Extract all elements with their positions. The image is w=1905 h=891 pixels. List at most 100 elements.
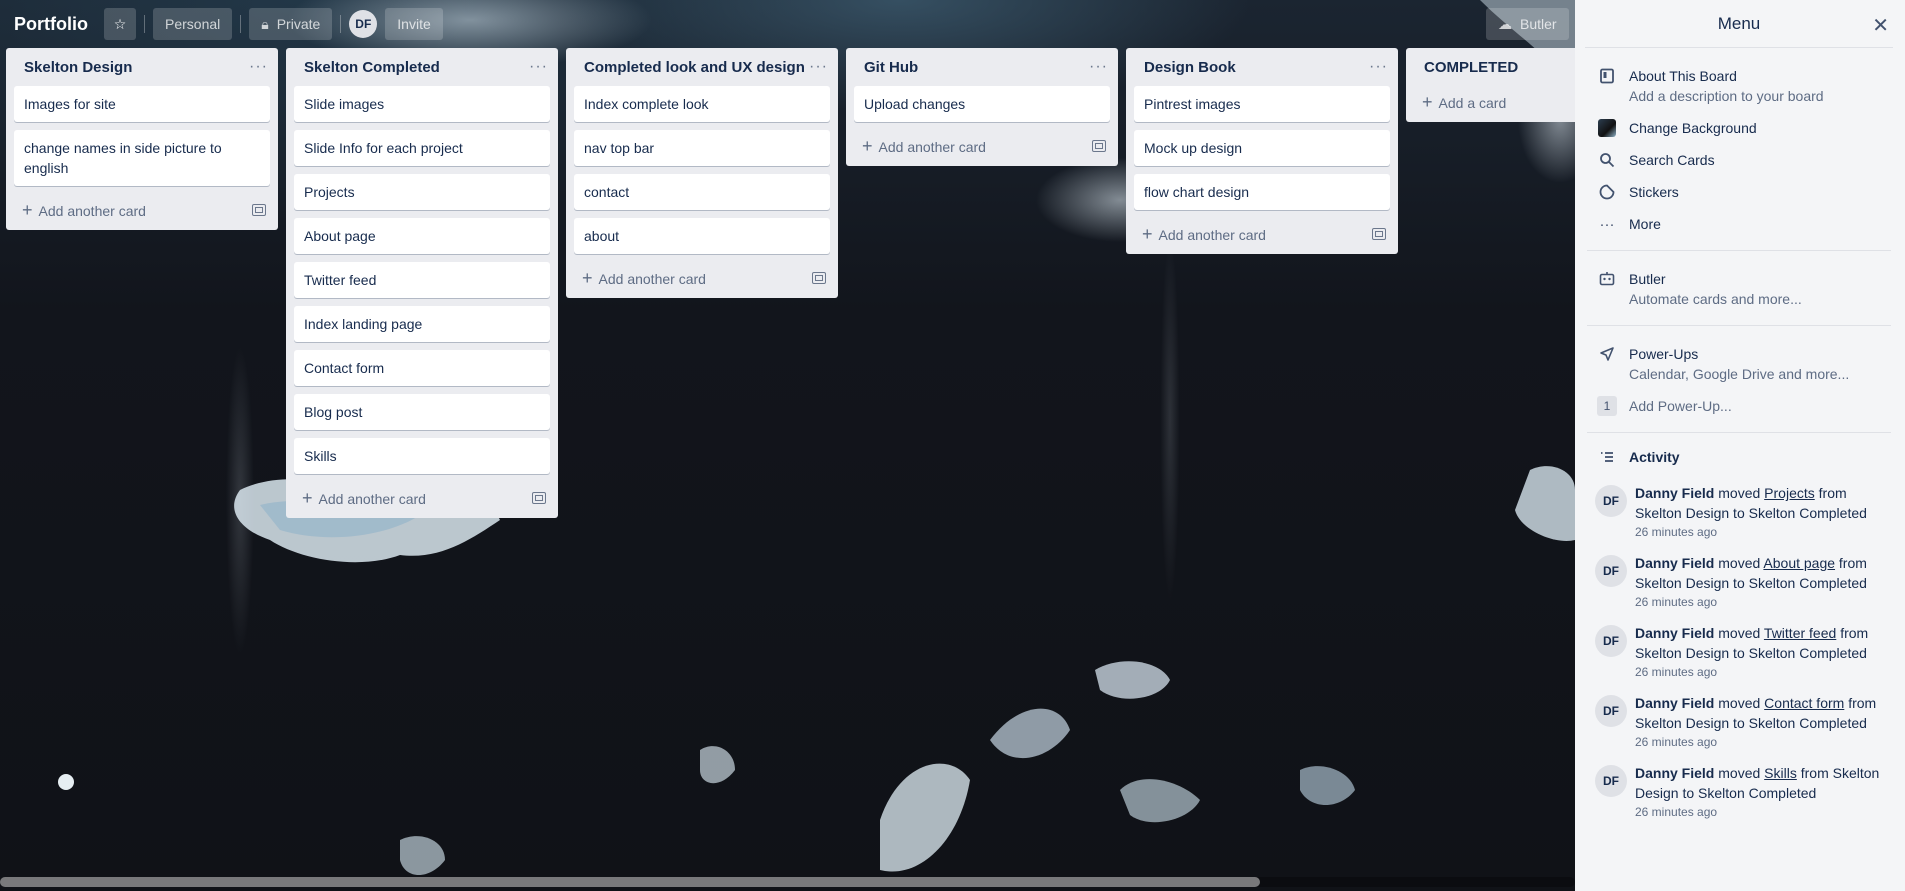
activity-user[interactable]: Danny Field <box>1635 485 1714 501</box>
butler-item[interactable]: Butler Automate cards and more... <box>1587 263 1891 315</box>
board-horizontal-scrollbar[interactable] <box>0 877 1575 887</box>
card[interactable]: flow chart design <box>1134 174 1390 210</box>
list-menu-icon[interactable]: ··· <box>249 58 268 76</box>
stickers-item[interactable]: Stickers <box>1587 176 1891 208</box>
card[interactable]: Index landing page <box>294 306 550 342</box>
plus-icon: + <box>582 267 593 288</box>
team-visibility-button[interactable]: Personal <box>153 8 233 40</box>
add-card-button[interactable]: + Add another card <box>294 482 550 510</box>
card[interactable]: about <box>574 218 830 254</box>
list-title[interactable]: Git Hub <box>864 59 918 76</box>
search-cards-item[interactable]: Search Cards <box>1587 144 1891 176</box>
activity-time[interactable]: 26 minutes ago <box>1635 803 1891 821</box>
card-template-icon[interactable] <box>1372 228 1386 240</box>
powerups-description: Calendar, Google Drive and more... <box>1629 366 1850 382</box>
more-item[interactable]: ··· More <box>1587 208 1891 240</box>
activity-card-link[interactable]: Projects <box>1764 485 1815 501</box>
list-title[interactable]: Skelton Design <box>24 59 132 76</box>
list-menu-icon[interactable]: ··· <box>529 58 548 76</box>
card[interactable]: Blog post <box>294 394 550 430</box>
activity-user[interactable]: Danny Field <box>1635 625 1714 641</box>
activity-time[interactable]: 26 minutes ago <box>1635 733 1891 751</box>
avatar[interactable]: DF <box>1595 765 1627 797</box>
activity-card-link[interactable]: Contact form <box>1764 695 1844 711</box>
add-card-button[interactable]: + Add another card <box>1134 218 1390 246</box>
menu-header: Menu ✕ <box>1585 0 1893 48</box>
menu-title: Menu <box>1717 13 1761 33</box>
member-avatar[interactable]: DF <box>349 10 378 38</box>
add-card-button[interactable]: + Add a card <box>1414 86 1567 114</box>
activity-time[interactable]: 26 minutes ago <box>1635 523 1891 541</box>
privacy-button[interactable]: 🔒︎ Private <box>249 8 333 40</box>
card[interactable]: Projects <box>294 174 550 210</box>
card[interactable]: Images for site <box>14 86 270 122</box>
list-menu-icon[interactable]: ··· <box>1089 58 1108 76</box>
list-skelton-completed: Skelton Completed ··· Slide images Slide… <box>286 48 558 518</box>
card[interactable]: Index complete look <box>574 86 830 122</box>
list-header[interactable]: COMPLETED <box>1414 48 1567 86</box>
card[interactable]: About page <box>294 218 550 254</box>
card[interactable]: Skills <box>294 438 550 474</box>
list-header[interactable]: Completed look and UX design ··· <box>574 48 830 86</box>
card-template-icon[interactable] <box>812 272 826 284</box>
invite-button[interactable]: Invite <box>385 8 443 40</box>
card[interactable]: Mock up design <box>1134 130 1390 166</box>
list-header[interactable]: Skelton Completed ··· <box>294 48 550 86</box>
add-card-button[interactable]: + Add another card <box>574 262 830 290</box>
card[interactable]: Contact form <box>294 350 550 386</box>
card[interactable]: Pintrest images <box>1134 86 1390 122</box>
add-card-label: Add another card <box>1158 226 1266 243</box>
avatar[interactable]: DF <box>1595 555 1627 587</box>
activity-time[interactable]: 26 minutes ago <box>1635 663 1891 681</box>
card[interactable]: contact <box>574 174 830 210</box>
card[interactable]: Twitter feed <box>294 262 550 298</box>
list-menu-icon[interactable]: ··· <box>1369 58 1388 76</box>
activity-user[interactable]: Danny Field <box>1635 695 1714 711</box>
list-header[interactable]: Git Hub ··· <box>854 48 1110 86</box>
card[interactable]: nav top bar <box>574 130 830 166</box>
activity-user[interactable]: Danny Field <box>1635 555 1714 571</box>
star-board-button[interactable]: ☆ <box>104 8 136 40</box>
activity-entry: DF Danny Field moved Contact form from S… <box>1587 687 1891 757</box>
add-card-button[interactable]: + Add another card <box>14 194 270 222</box>
card-template-icon[interactable] <box>1092 140 1106 152</box>
card[interactable]: change names in side picture to english <box>14 130 270 186</box>
butler-button[interactable]: ☁︎ Butler <box>1486 8 1569 40</box>
board-header: Portfolio ☆ Personal 🔒︎ Private DF Invit… <box>0 0 1575 48</box>
card-template-icon[interactable] <box>532 492 546 504</box>
more-label: More <box>1629 216 1661 232</box>
avatar[interactable]: DF <box>1595 485 1627 517</box>
activity-card-link[interactable]: Skills <box>1764 765 1797 781</box>
activity-card-link[interactable]: About page <box>1763 555 1835 571</box>
header-divider <box>340 15 342 33</box>
list-title[interactable]: Completed look and UX design <box>584 59 805 76</box>
activity-user[interactable]: Danny Field <box>1635 765 1714 781</box>
card-template-icon[interactable] <box>252 204 266 216</box>
list-menu-icon[interactable]: ··· <box>809 58 828 76</box>
scrollbar-thumb[interactable] <box>0 877 1260 887</box>
avatar[interactable]: DF <box>1595 625 1627 657</box>
header-divider <box>144 15 145 33</box>
add-powerup-item[interactable]: 1 Add Power-Up... <box>1587 390 1891 422</box>
list-header[interactable]: Design Book ··· <box>1134 48 1390 86</box>
about-board-item[interactable]: About This Board Add a description to yo… <box>1587 60 1891 112</box>
add-card-button[interactable]: + Add another card <box>854 130 1110 158</box>
list-title[interactable]: COMPLETED <box>1424 59 1518 76</box>
list-title[interactable]: Design Book <box>1144 59 1236 76</box>
activity-time[interactable]: 26 minutes ago <box>1635 593 1891 611</box>
activity-entry: DF Danny Field moved Skills from Skelton… <box>1587 757 1891 827</box>
background-thumbnail-icon <box>1597 118 1617 138</box>
activity-header[interactable]: Activity <box>1587 433 1891 477</box>
card[interactable]: Slide Info for each project <box>294 130 550 166</box>
card[interactable]: Upload changes <box>854 86 1110 122</box>
list-title[interactable]: Skelton Completed <box>304 59 440 76</box>
board-title[interactable]: Portfolio <box>14 14 88 35</box>
avatar[interactable]: DF <box>1595 695 1627 727</box>
about-board-description: Add a description to your board <box>1629 88 1824 104</box>
change-background-item[interactable]: Change Background <box>1587 112 1891 144</box>
close-icon[interactable]: ✕ <box>1872 13 1889 38</box>
card[interactable]: Slide images <box>294 86 550 122</box>
powerups-item[interactable]: Power-Ups Calendar, Google Drive and mor… <box>1587 338 1891 390</box>
list-header[interactable]: Skelton Design ··· <box>14 48 270 86</box>
activity-card-link[interactable]: Twitter feed <box>1764 625 1836 641</box>
